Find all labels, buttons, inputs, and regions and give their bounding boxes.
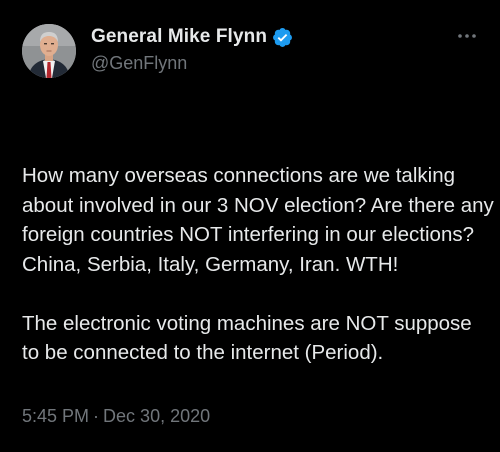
timestamp-separator: · — [93, 406, 100, 426]
author-name-row[interactable]: General Mike Flynn — [91, 25, 293, 49]
tweet-paragraph-2: The electronic voting machines are NOT s… — [22, 311, 478, 365]
verified-badge-icon[interactable] — [272, 27, 293, 48]
author-display-name[interactable]: General Mike Flynn — [91, 26, 267, 48]
tweet-timestamp[interactable]: 5:45 PM · Dec 30, 2020 — [22, 406, 210, 427]
tweet-time[interactable]: 5:45 PM — [22, 406, 89, 426]
tweet-card: General Mike Flynn @GenFlynn How many ov… — [0, 0, 500, 452]
tweet-paragraph-1: How many overseas connections are we tal… — [22, 164, 500, 276]
tweet-body: How many overseas connections are we tal… — [22, 102, 494, 427]
author-handle[interactable]: @GenFlynn — [91, 53, 187, 74]
tweet-date[interactable]: Dec 30, 2020 — [103, 406, 210, 426]
profile-photo-icon — [22, 24, 76, 78]
more-options-icon[interactable] — [455, 26, 479, 46]
avatar[interactable] — [22, 24, 76, 78]
